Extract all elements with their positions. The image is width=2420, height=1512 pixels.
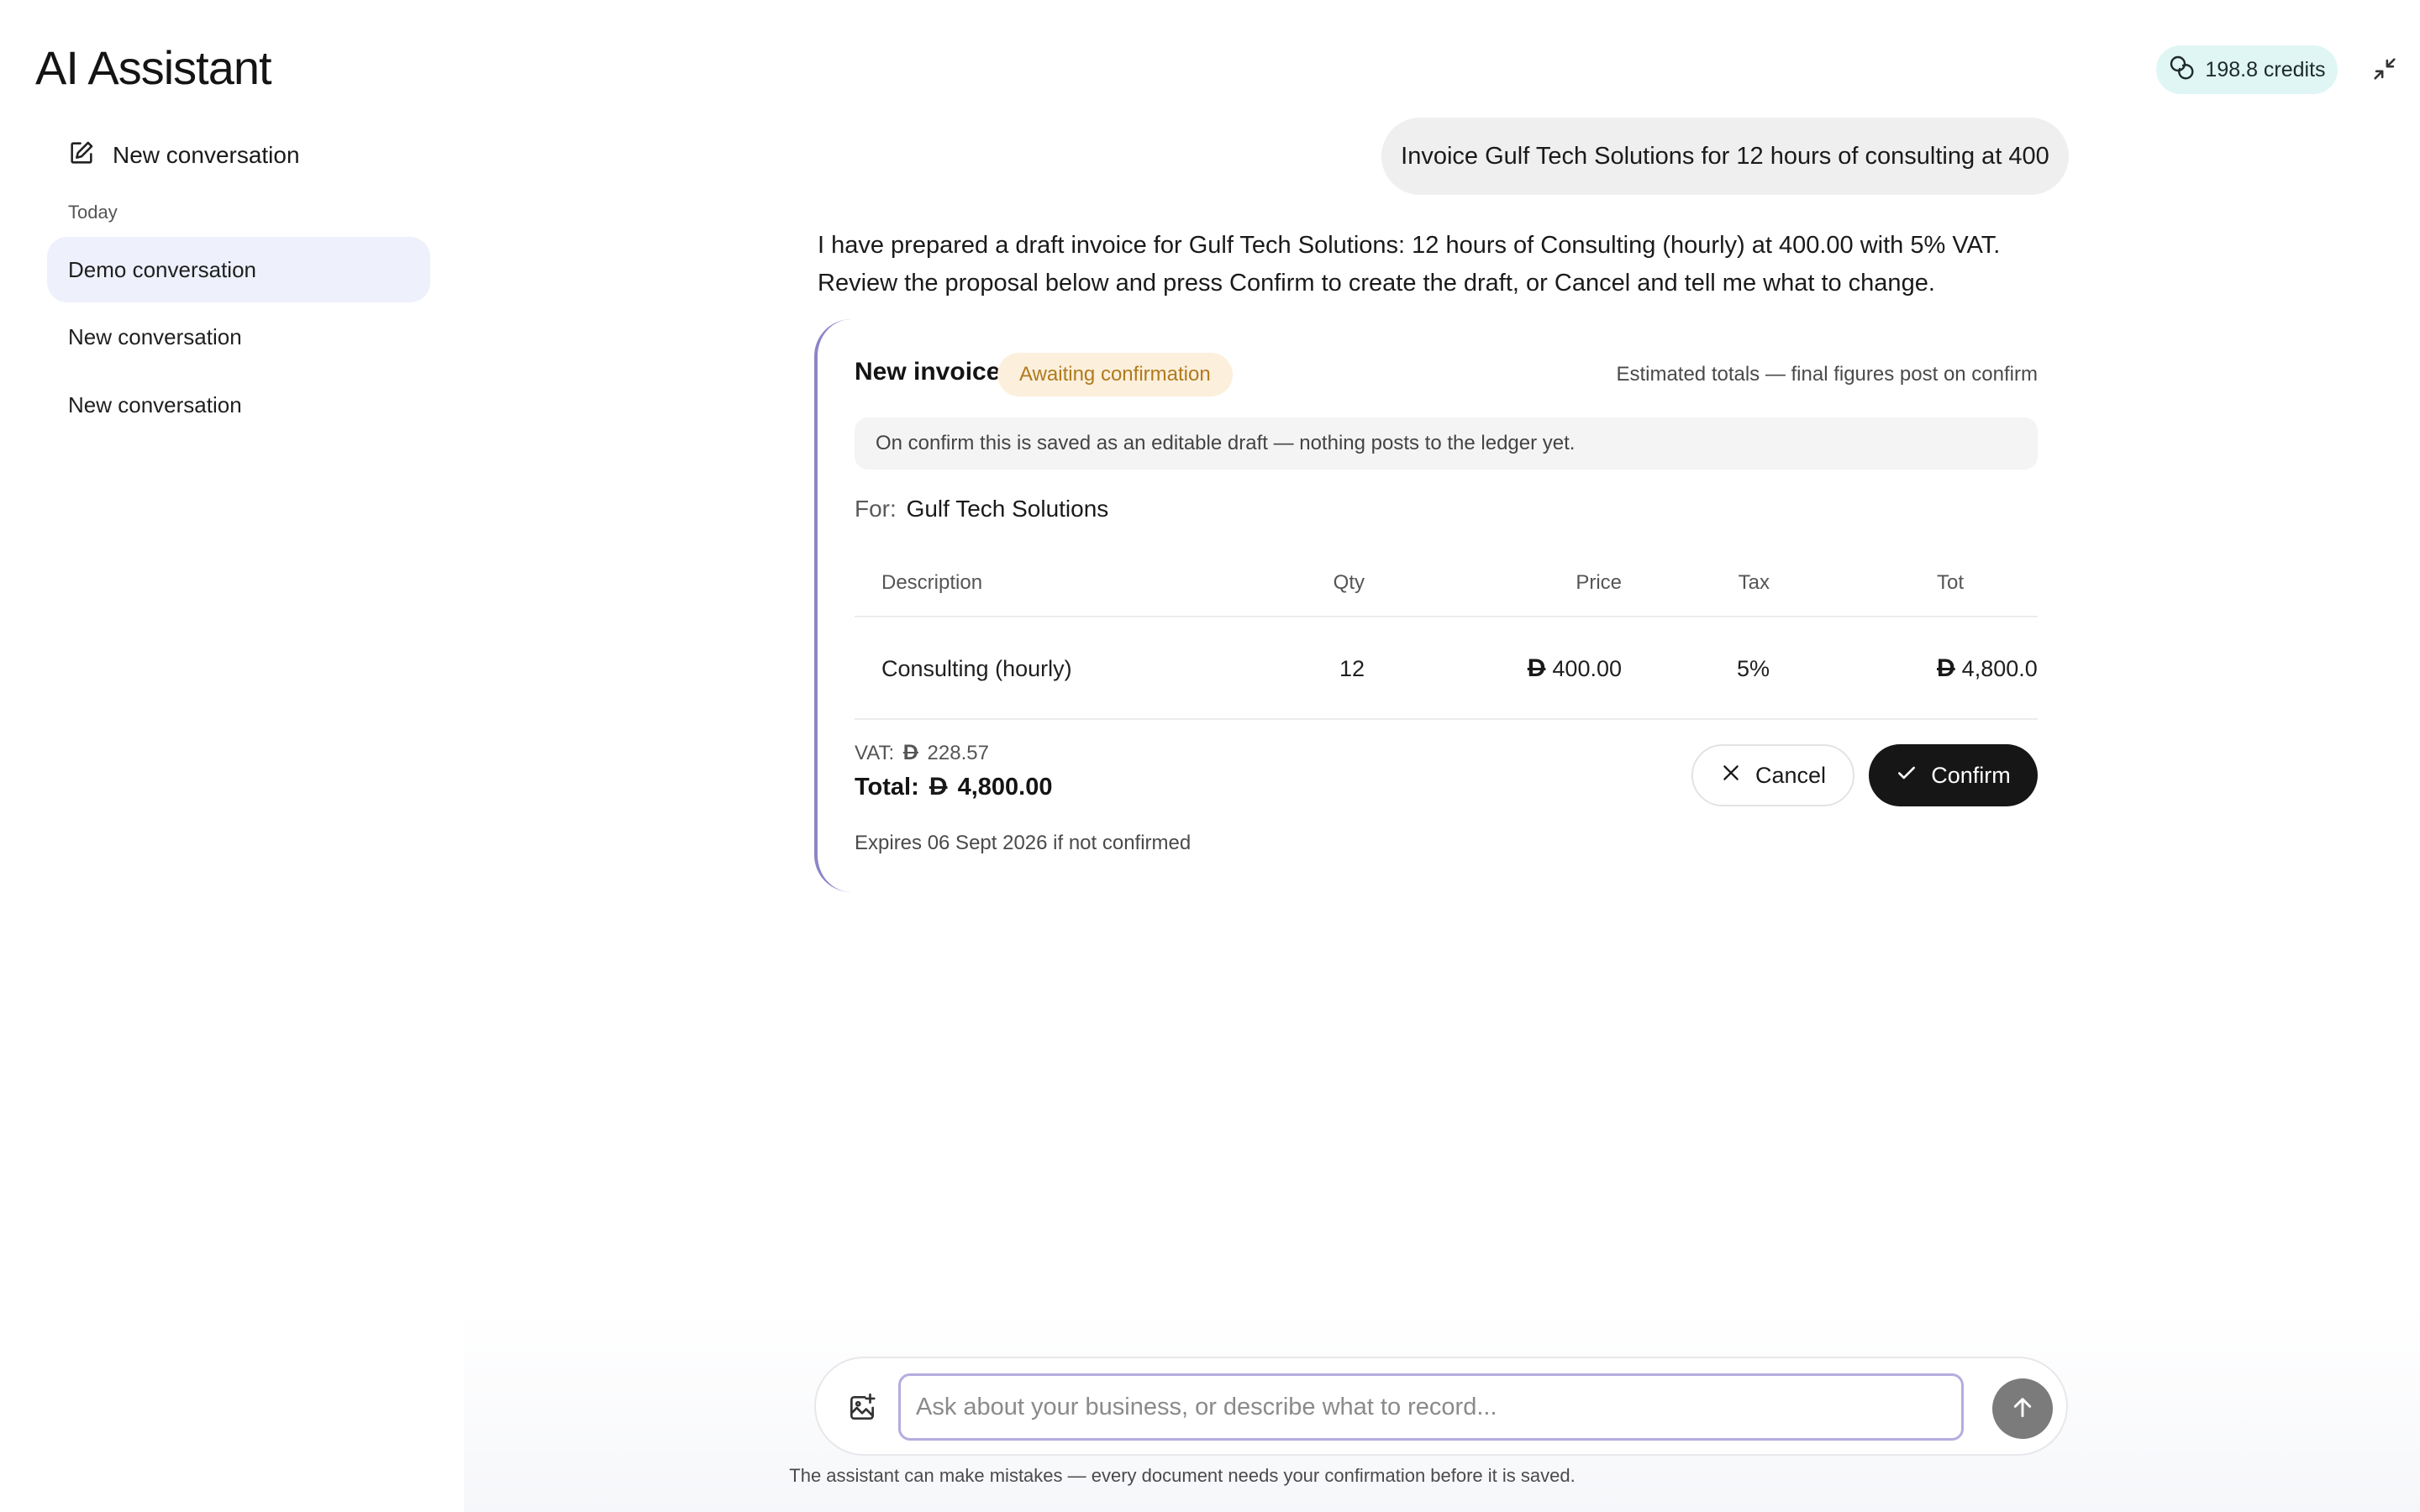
check-icon <box>1896 762 1918 790</box>
send-button[interactable] <box>1992 1378 2053 1439</box>
message-input[interactable] <box>898 1373 1964 1441</box>
invoice-proposal-card: New invoice Awaiting confirmation Estima… <box>814 319 2038 892</box>
image-plus-icon <box>846 1393 878 1427</box>
vat-label: VAT: <box>855 742 895 764</box>
customer-label: For: <box>855 496 897 522</box>
line-total-value: 4,800.0 <box>1961 655 2038 681</box>
assistant-message: I have prepared a draft invoice for Gulf… <box>818 232 2001 297</box>
cancel-label: Cancel <box>1754 762 1827 788</box>
sidebar-item-label: Demo conversation <box>68 256 256 282</box>
app-title: AI Assistant <box>35 41 272 94</box>
user-message-text: Invoice Gulf Tech Solutions for 12 hours… <box>1401 142 2049 170</box>
status-badge: Awaiting confirmation <box>997 353 1233 396</box>
expiry-note: Expires 06 Sept 2026 if not confirmed <box>855 832 1192 854</box>
line-price: D 400.00 <box>1528 619 1622 718</box>
estimate-note: Estimated totals — final figures post on… <box>1616 363 2038 386</box>
sidebar-item-label: New conversation <box>68 323 242 349</box>
section-label-today: Today <box>68 202 118 223</box>
sidebar-item-new-conversation[interactable]: New conversation <box>47 372 430 438</box>
cancel-button[interactable]: Cancel <box>1691 744 1854 806</box>
new-conversation-button[interactable]: New conversation <box>67 134 300 176</box>
column-header-description: Description <box>881 571 983 594</box>
new-conversation-label: New conversation <box>113 142 300 168</box>
total-amount: 4,800.00 <box>957 774 1053 801</box>
disclaimer: The assistant can make mistakes — every … <box>789 1465 1576 1486</box>
credits-text: 198.8 credits <box>2205 57 2326 81</box>
coins-icon <box>2168 54 2195 87</box>
composer <box>814 1357 2068 1456</box>
line-total: D 4,800.0 <box>1937 619 2038 718</box>
attach-image-button[interactable] <box>846 1392 878 1424</box>
confirm-button[interactable]: Confirm <box>1869 744 2038 806</box>
sidebar-item-label: New conversation <box>68 391 242 417</box>
credits-badge[interactable]: 198.8 credits <box>2156 45 2338 94</box>
collapse-icon <box>2370 55 2399 87</box>
vat-summary: VAT: D 228.57 <box>855 741 989 765</box>
line-price-value: 400.00 <box>1552 655 1622 681</box>
invoice-card-title: New invoice <box>855 358 1001 386</box>
line-tax: 5% <box>1736 655 1770 681</box>
column-header-tax: Tax <box>1738 571 1770 594</box>
customer-name: Gulf Tech Solutions <box>906 496 1109 522</box>
line-items-header: Description Qty Price Tax Tot <box>855 550 2038 617</box>
table-row: Consulting (hourly) 12 D 400.00 5% D 4,8… <box>855 619 2038 720</box>
line-qty: 12 <box>1339 655 1365 681</box>
sidebar-item-new-conversation[interactable]: New conversation <box>47 304 430 370</box>
close-icon <box>1720 762 1742 790</box>
customer-line: For: Gulf Tech Solutions <box>855 496 1108 522</box>
vat-amount: 228.57 <box>927 742 989 764</box>
dirham-currency-icon: D <box>1527 654 1546 682</box>
column-header-total: Tot <box>1937 571 1965 594</box>
edit-icon <box>67 139 96 173</box>
column-header-qty: Qty <box>1333 571 1365 594</box>
total-summary: Total: D 4,800.00 <box>855 773 1052 801</box>
user-message: Invoice Gulf Tech Solutions for 12 hours… <box>1381 118 2069 195</box>
arrow-up-icon <box>2009 1394 2036 1425</box>
dirham-currency-icon: D <box>1937 654 1955 682</box>
dirham-currency-icon: D <box>929 773 948 801</box>
sidebar-item-demo-conversation[interactable]: Demo conversation <box>47 237 430 302</box>
column-header-price: Price <box>1576 571 1622 594</box>
draft-note: On confirm this is saved as an editable … <box>855 417 2038 470</box>
collapse-button[interactable] <box>2368 54 2402 87</box>
line-description: Consulting (hourly) <box>881 655 1072 681</box>
total-label: Total: <box>855 774 919 801</box>
dirham-currency-icon: D <box>902 741 918 764</box>
confirm-label: Confirm <box>1931 762 2011 788</box>
